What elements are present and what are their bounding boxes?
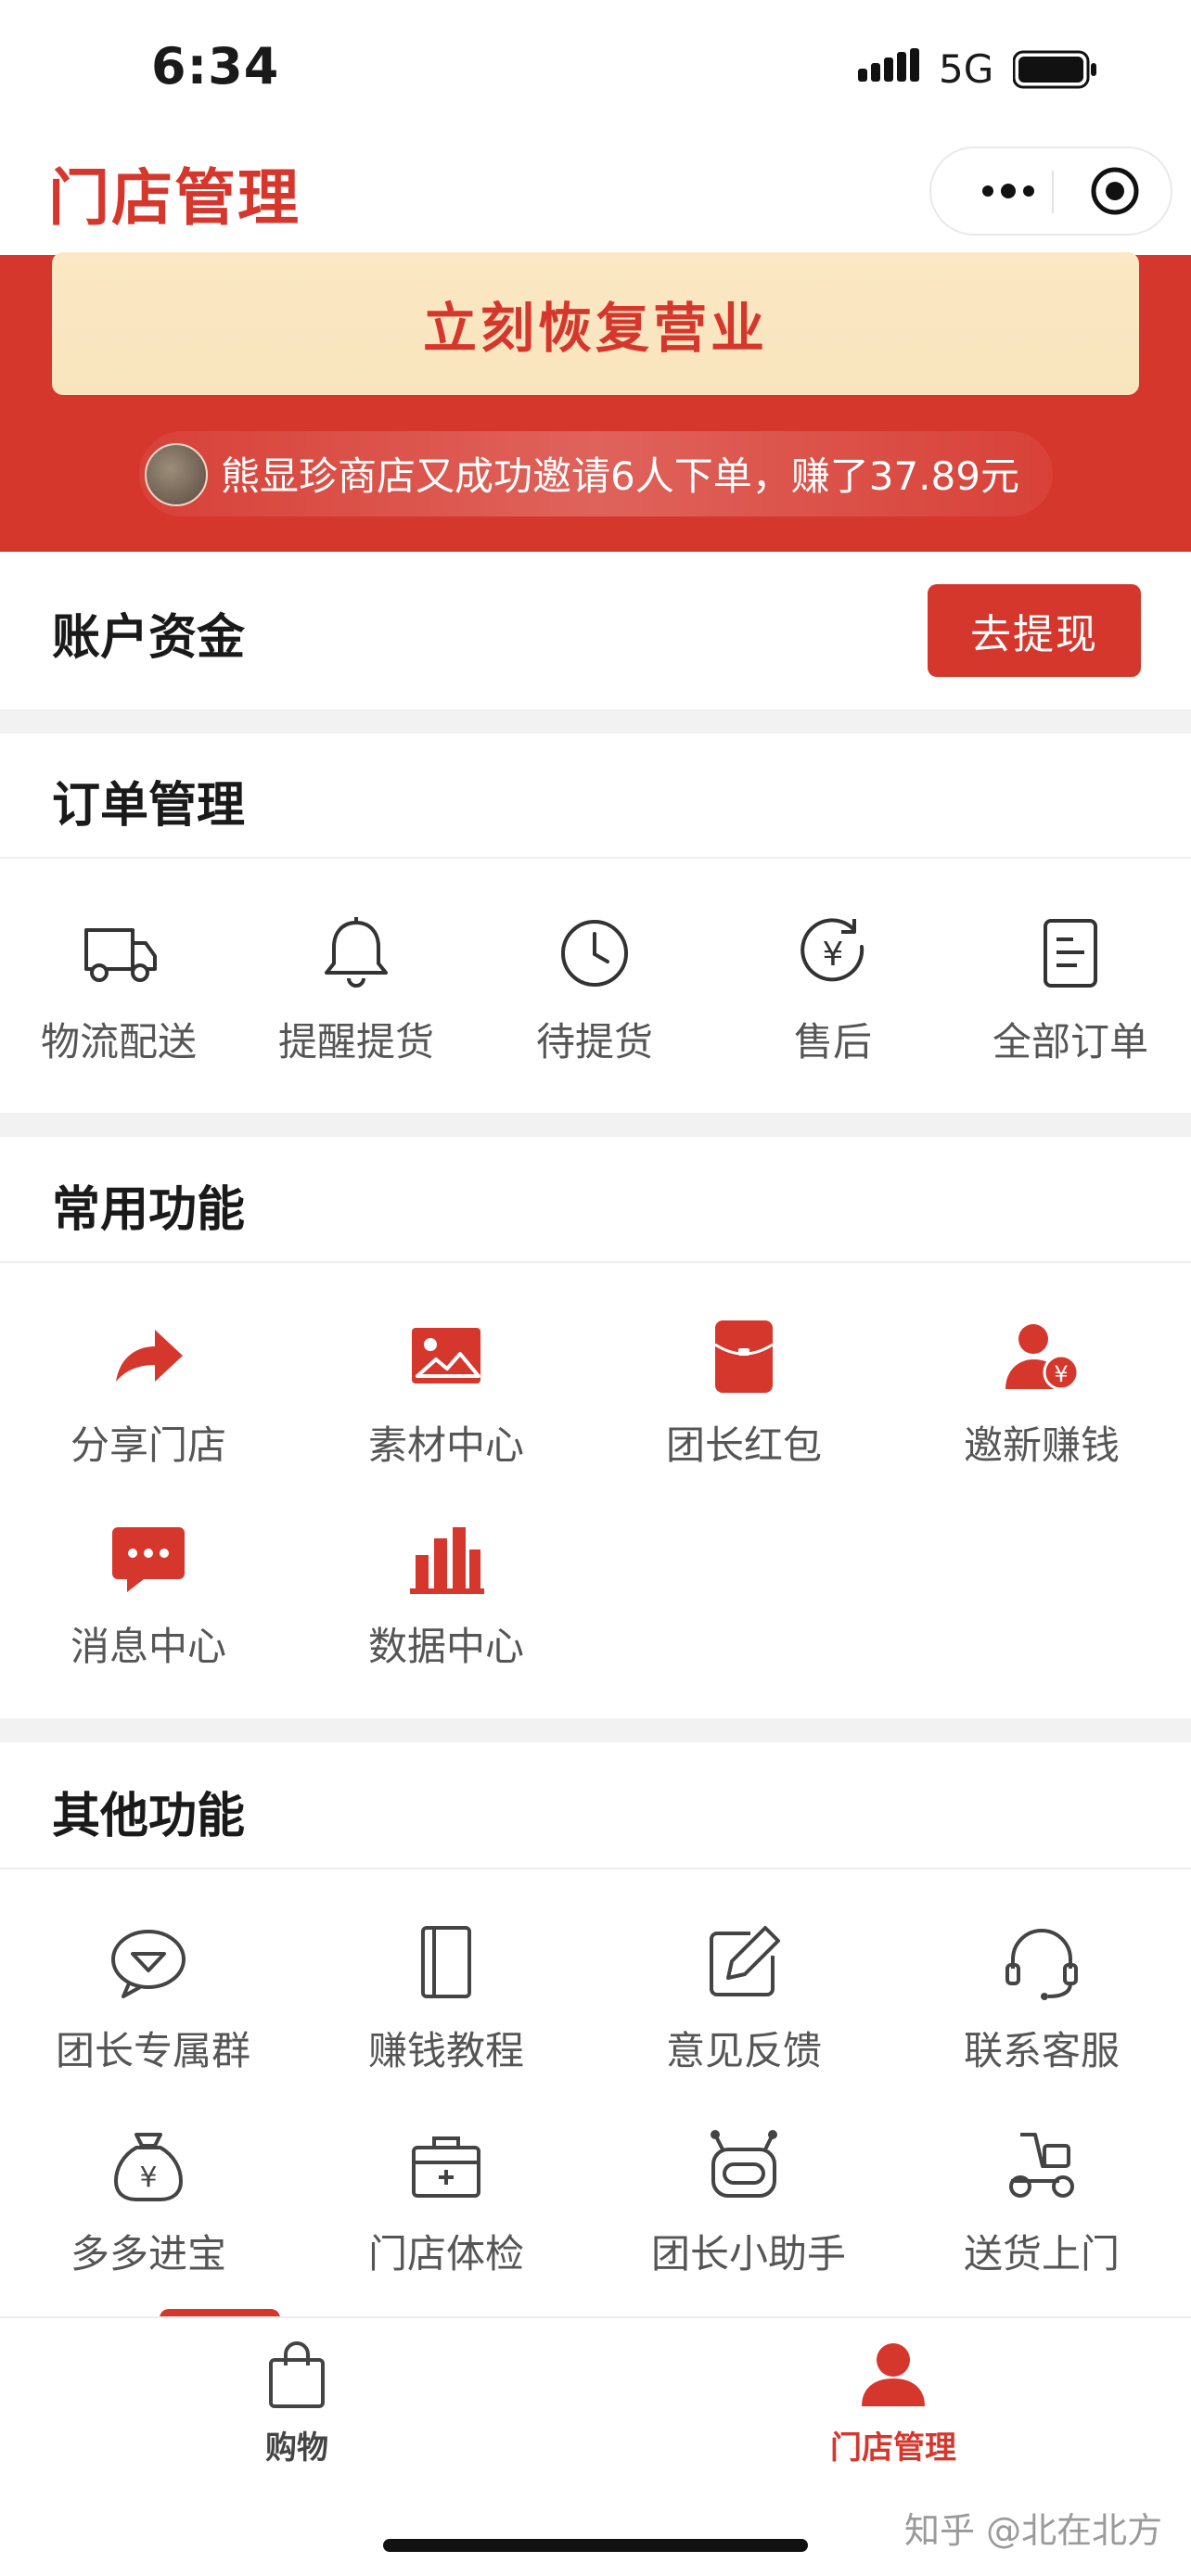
store-management-page: 6:34 5G 门店管理 立刻恢复营业 熊显珍商店又成功邀请6人下单，赚了37.… <box>0 0 1191 2576</box>
other-item-group[interactable]: 团长专属群 <box>56 1918 251 2076</box>
group-chat-icon <box>111 1930 186 1998</box>
svg-text:¥: ¥ <box>823 936 844 974</box>
tab-store-management[interactable]: 门店管理 <box>800 2333 986 2468</box>
other-item-label: 送货上门 <box>963 2231 1120 2276</box>
clock-icon <box>561 920 628 987</box>
other-item-store-checkup[interactable]: 门店体检 <box>353 2121 539 2279</box>
medical-kit-icon <box>412 2136 480 2198</box>
message-bubble-icon <box>112 1527 185 1592</box>
divider <box>0 1868 1191 1869</box>
more-dots-icon <box>982 184 1034 198</box>
common-item-label: 团长红包 <box>665 1422 822 1468</box>
common-item-label: 分享门店 <box>70 1422 226 1468</box>
svg-text:¥: ¥ <box>1054 1361 1068 1387</box>
divider <box>0 857 1191 859</box>
robot-icon <box>711 2130 777 2198</box>
other-item-assistant[interactable]: 团长小助手 <box>651 2121 847 2279</box>
common-item-data-center[interactable]: 数据中心 <box>353 1513 539 1672</box>
invite-user-money-icon: ¥ <box>1005 1324 1080 1391</box>
orders-section-title: 订单管理 <box>52 778 246 834</box>
battery-icon <box>1013 50 1096 89</box>
common-item-invite-earn[interactable]: ¥ 邀新赚钱 <box>949 1312 1134 1471</box>
home-indicator <box>383 2539 808 2552</box>
other-item-label: 团长专属群 <box>56 2028 251 2073</box>
other-section-title: 其他功能 <box>52 1789 246 1844</box>
notice-text: 熊显珍商店又成功邀请6人下单，赚了37.89元 <box>221 453 1019 499</box>
other-item-delivery[interactable]: 送货上门 <box>949 2121 1134 2279</box>
edit-icon <box>710 1926 780 1996</box>
bell-icon <box>325 917 388 988</box>
common-section-title: 常用功能 <box>52 1182 246 1238</box>
close-mini-program-button[interactable] <box>1061 148 1169 234</box>
section-gap <box>0 1113 1191 1137</box>
other-item-tutorial[interactable]: 赚钱教程 <box>353 1918 539 2076</box>
user-icon <box>862 2343 925 2406</box>
other-item-label: 意见反馈 <box>665 2028 822 2073</box>
other-item-label: 团长小助手 <box>651 2231 847 2276</box>
scooter-icon <box>1009 2133 1074 2198</box>
share-arrow-icon <box>116 1330 183 1382</box>
order-list-icon <box>1044 919 1097 988</box>
other-item-label: 赚钱教程 <box>367 2028 524 2073</box>
common-item-share-store[interactable]: 分享门店 <box>56 1312 241 1471</box>
resume-business-button[interactable]: 立刻恢复营业 <box>52 252 1139 395</box>
common-item-message-center[interactable]: 消息中心 <box>56 1513 241 1672</box>
book-icon <box>421 1926 471 1998</box>
order-item-label: 待提货 <box>535 1019 653 1065</box>
withdraw-button[interactable]: 去提现 <box>928 584 1141 677</box>
image-icon <box>412 1328 480 1384</box>
common-item-label: 消息中心 <box>70 1624 226 1669</box>
order-item-all-orders[interactable]: 全部订单 <box>978 909 1163 1067</box>
tab-label: 购物 <box>265 2429 328 2467</box>
divider <box>0 1261 1191 1263</box>
order-item-label: 提醒提货 <box>277 1019 434 1065</box>
account-title: 账户资金 <box>52 610 246 666</box>
signal-icon <box>858 48 919 82</box>
order-item-label: 全部订单 <box>992 1019 1148 1065</box>
common-item-label: 邀新赚钱 <box>963 1422 1120 1468</box>
common-item-label: 数据中心 <box>367 1624 524 1669</box>
order-item-after-sales[interactable]: ¥ 售后 <box>740 909 926 1067</box>
refund-icon: ¥ <box>800 918 864 982</box>
headset-icon <box>1005 1929 1078 2000</box>
section-gap <box>0 1718 1191 1742</box>
common-item-red-envelope[interactable]: 团长红包 <box>651 1312 837 1471</box>
network-type: 5G <box>939 46 994 92</box>
order-item-remind[interactable]: 提醒提货 <box>263 909 449 1067</box>
common-item-label: 素材中心 <box>367 1422 524 1468</box>
order-item-logistics[interactable]: 物流配送 <box>26 909 211 1067</box>
other-item-customer-service[interactable]: 联系客服 <box>949 1918 1134 2076</box>
avatar <box>145 443 208 506</box>
tab-label: 门店管理 <box>830 2429 956 2467</box>
more-button[interactable] <box>967 148 1050 234</box>
bar-chart-icon <box>410 1527 484 1594</box>
other-item-feedback[interactable]: 意见反馈 <box>651 1918 837 2076</box>
capsule-divider <box>1052 171 1054 213</box>
other-item-label: 门店体检 <box>367 2231 524 2276</box>
shopping-bag-icon <box>269 2341 325 2408</box>
tab-shopping[interactable]: 购物 <box>204 2333 390 2468</box>
order-item-pending-pickup[interactable]: 待提货 <box>502 909 687 1067</box>
order-item-label: 售后 <box>793 1019 872 1065</box>
status-bar: 6:34 5G <box>0 0 1191 139</box>
other-item-label: 多多进宝 <box>70 2231 226 2276</box>
red-envelope-icon <box>714 1320 774 1393</box>
section-gap <box>0 709 1191 733</box>
mini-program-capsule <box>929 147 1172 236</box>
truck-icon <box>84 928 157 982</box>
target-icon <box>1091 167 1139 215</box>
order-item-label: 物流配送 <box>40 1019 197 1065</box>
page-title: 门店管理 <box>48 162 301 234</box>
watermark: 知乎 @北在北方 <box>904 2510 1163 2551</box>
other-item-label: 联系客服 <box>963 2028 1120 2073</box>
svg-text:¥: ¥ <box>139 2162 157 2194</box>
common-item-material-center[interactable]: 素材中心 <box>353 1312 539 1471</box>
status-time: 6:34 <box>151 37 280 96</box>
money-bag-icon: ¥ <box>114 2133 183 2201</box>
other-item-duoduo-jinbao[interactable]: ¥ 多多进宝 <box>56 2121 241 2279</box>
